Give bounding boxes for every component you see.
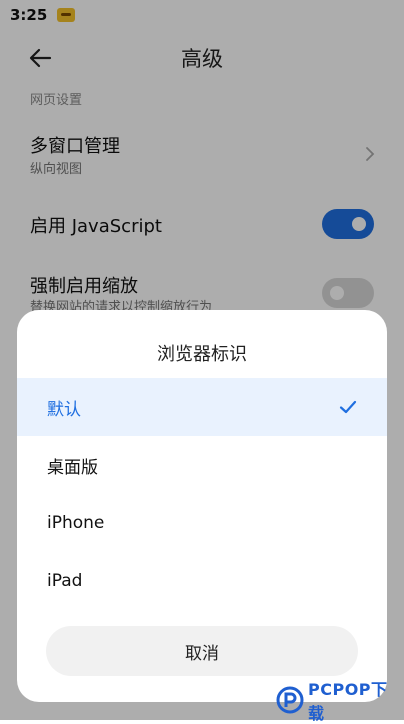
option-iphone[interactable]: iPhone (17, 494, 387, 552)
checkmark-icon (339, 400, 357, 414)
pcpop-logo-icon (276, 686, 304, 714)
watermark-text: PCPOP下载 (308, 680, 388, 723)
option-label: iPad (47, 571, 83, 591)
user-agent-dialog: 浏览器标识 默认 桌面版 iPhone iPad 取消 (17, 310, 387, 702)
option-default[interactable]: 默认 (17, 378, 387, 436)
option-desktop[interactable]: 桌面版 (17, 436, 387, 494)
watermark: PCPOP下载 (276, 680, 404, 723)
option-label: 默认 (47, 399, 81, 420)
option-label: iPhone (47, 513, 105, 533)
dialog-title: 浏览器标识 (157, 344, 247, 365)
cancel-button[interactable]: 取消 (46, 626, 358, 676)
option-label: 桌面版 (47, 457, 98, 478)
option-ipad[interactable]: iPad (17, 552, 387, 610)
